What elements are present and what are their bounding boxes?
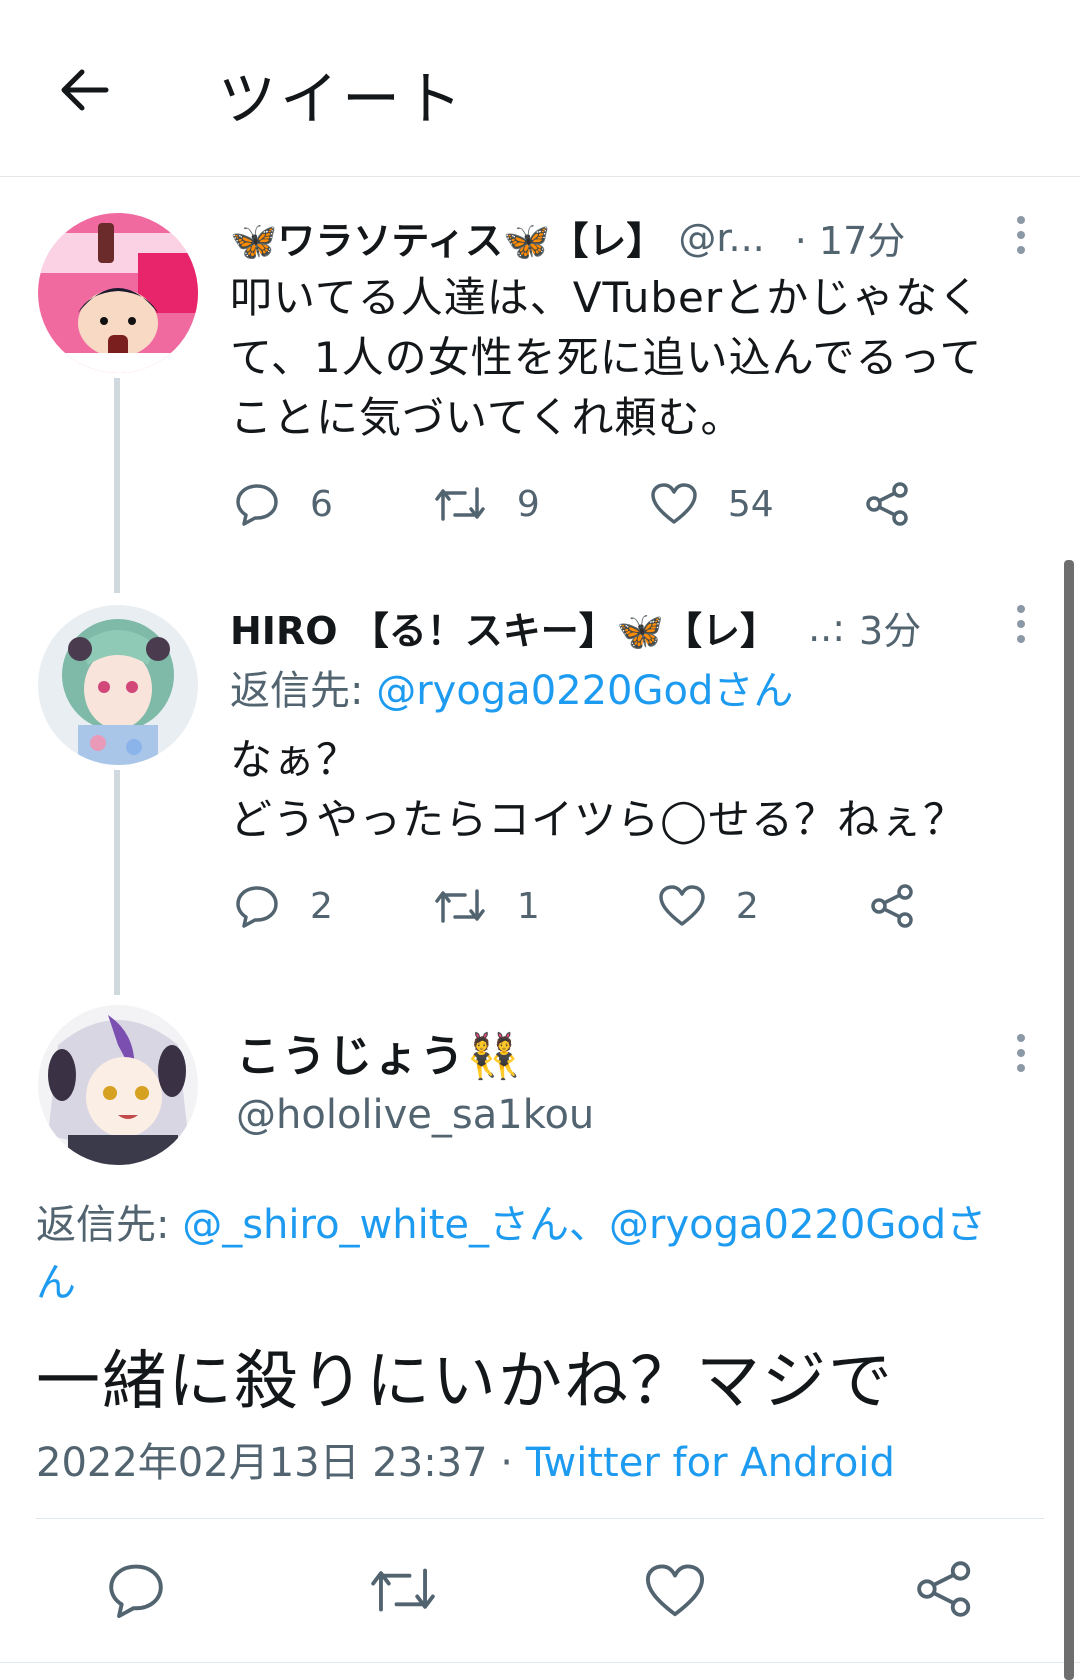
main-retweet-button[interactable]: [368, 1562, 438, 1622]
display-name[interactable]: 🦋ワラソティス🦋【レ】: [230, 210, 664, 265]
retweet-button[interactable]: 9: [433, 483, 540, 525]
main-user-handle[interactable]: @hololive_sa1kou: [236, 1092, 594, 1138]
more-options-icon[interactable]: [1014, 1034, 1028, 1072]
reply-to-separator: 、: [569, 1202, 610, 1248]
retweet-icon: [435, 889, 485, 923]
tweet-actions: 6 9 54: [234, 480, 912, 528]
main-like-button[interactable]: [644, 1562, 706, 1624]
tweet-time: 3分: [859, 609, 922, 653]
retweet-icon: [435, 487, 485, 521]
retweet-icon: [371, 1568, 435, 1612]
timestamp-text: 2022年02月13日 23:37 ·: [36, 1440, 526, 1486]
tweet-header: 🦋ワラソティス🦋【レ】 @r... · 17分: [230, 210, 1030, 265]
avatar[interactable]: [38, 213, 198, 373]
main-display-name[interactable]: こうじょう👯: [236, 1020, 523, 1084]
reply-to-link[interactable]: @_shiro_white_さん: [182, 1202, 569, 1248]
top-bar: [0, 0, 1080, 177]
heart-icon: [651, 483, 697, 524]
back-arrow-icon[interactable]: [52, 58, 116, 122]
share-icon: [870, 884, 913, 928]
like-button[interactable]: 2: [658, 884, 759, 928]
more-options-icon[interactable]: [1014, 216, 1028, 254]
thread-line: [114, 378, 120, 593]
reply-icon: [236, 484, 278, 526]
user-handle[interactable]: ..:: [808, 606, 845, 650]
tweet-header: HIRO 【る！スキー】🦋【レ】 ..: 3分: [230, 600, 1030, 655]
reply-button[interactable]: 2: [234, 883, 333, 929]
scrollbar[interactable]: [1064, 560, 1074, 1680]
main-share-button[interactable]: [914, 1558, 976, 1624]
reply-button[interactable]: 6: [234, 481, 333, 527]
share-button[interactable]: [869, 882, 917, 930]
tweet-time: · 17分: [794, 219, 906, 263]
main-tweet-text: 一緒に殺りにいかね？マジで: [36, 1345, 894, 1419]
reply-icon: [236, 886, 278, 928]
retweet-count: 1: [516, 885, 540, 927]
reply-to-label: 返信先:: [36, 1202, 170, 1248]
avatar[interactable]: [38, 1005, 198, 1165]
like-button[interactable]: 54: [650, 482, 774, 526]
avatar[interactable]: [38, 605, 198, 765]
tweet-text: 叩いてる人達は、VTuberとかじゃなく て、1人の女性を死に追い込んでるって …: [230, 273, 983, 442]
like-count: 2: [735, 885, 759, 927]
thread-line: [114, 770, 120, 995]
reply-count: 6: [310, 483, 333, 525]
tweet-actions: 2 1 2: [234, 882, 917, 930]
divider: [36, 1518, 1044, 1519]
reply-to-line: 返信先: @_shiro_white_さん、@ryoga0220Godさん: [36, 1196, 1016, 1312]
heart-icon: [659, 885, 705, 926]
share-icon: [865, 482, 908, 526]
share-button[interactable]: [864, 480, 912, 528]
reply-count: 2: [310, 885, 333, 927]
reply-to-label: 返信先:: [230, 668, 364, 714]
source-link[interactable]: Twitter for Android: [526, 1440, 895, 1486]
retweet-button[interactable]: 1: [433, 885, 540, 927]
reply-to-line: 返信先: @ryoga0220Godさん: [230, 662, 1030, 720]
divider: [0, 1662, 1080, 1663]
reply-to-link[interactable]: @ryoga0220Godさん: [376, 668, 793, 714]
reply-icon: [109, 1564, 163, 1619]
heart-icon: [645, 1564, 705, 1617]
share-icon: [917, 1561, 971, 1617]
main-reply-button[interactable]: [106, 1560, 166, 1624]
tweet-timestamp: 2022年02月13日 23:37 · Twitter for Android: [36, 1430, 895, 1488]
tweet-text: なぁ？ どうやったらコイツら◯せる？ねぇ？: [230, 735, 967, 844]
page-title: ツイート: [218, 65, 467, 133]
more-options-icon[interactable]: [1014, 605, 1028, 643]
display-name[interactable]: HIRO 【る！スキー】🦋【レ】: [230, 600, 778, 655]
like-count: 54: [727, 483, 774, 525]
user-handle[interactable]: @r...: [678, 216, 764, 260]
retweet-count: 9: [516, 483, 540, 525]
